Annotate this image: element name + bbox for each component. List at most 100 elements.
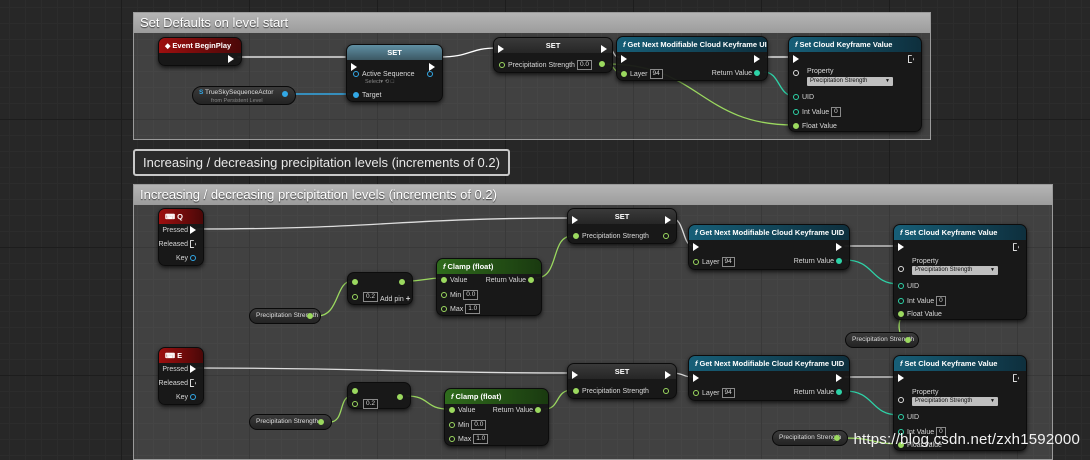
clamp-min-pin[interactable] [449,422,455,428]
key-pin[interactable] [190,255,196,262]
layer-value-box[interactable]: 94 [649,69,663,79]
actor-out-pin[interactable] [282,91,288,97]
sub-value-box[interactable]: 0.2 [363,399,379,409]
return-pin[interactable] [836,258,842,265]
exec-in-pin[interactable] [693,374,699,383]
exec-in-pin[interactable] [572,371,578,380]
getter-out-pin[interactable] [307,313,313,319]
exec-in-pin[interactable] [498,45,504,54]
get-uid-node-top[interactable]: f Get Next Modifiable Cloud Keyframe UID … [616,36,768,81]
uid-pin[interactable] [793,94,799,101]
property-dropdown[interactable]: Precipitation Strength [912,397,998,406]
key-e-node[interactable]: ⌨ E Pressed Released Key [158,347,204,405]
getter-out-pin[interactable] [834,435,840,441]
set-q-in-pin[interactable] [573,233,579,240]
exec-out-pin[interactable] [665,216,671,225]
exec-in-pin[interactable] [793,55,799,64]
layer-pin[interactable] [621,71,627,77]
released-pin[interactable] [190,240,196,249]
set-precipitation-node[interactable]: SET Precipitation Strength 0.0 [493,37,613,73]
getter-out-pin[interactable] [318,419,324,425]
add-in-pin-b[interactable] [352,294,358,300]
clamp-max-box[interactable]: 1.0 [465,304,481,314]
precip-value-box[interactable]: 0.0 [576,60,592,70]
exec-in-pin[interactable] [572,216,578,225]
released-pin[interactable] [190,379,196,388]
return-pin[interactable] [754,70,760,77]
exec-in-pin[interactable] [898,243,904,252]
key-pin[interactable] [190,394,196,401]
clamp-max-box[interactable]: 1.0 [473,434,489,444]
uid-pin[interactable] [898,414,904,421]
clamp-max-pin[interactable] [441,306,447,312]
exec-out-pin[interactable] [601,45,607,54]
set-node-e[interactable]: SET Precipitation Strength [567,363,677,399]
clamp-max-pin[interactable] [449,436,455,442]
add-out-pin[interactable] [399,279,405,286]
property-pin[interactable] [898,397,904,404]
active-sequence-out-pin[interactable] [427,71,433,78]
int-value-box[interactable]: 0 [936,296,946,306]
int-value-pin[interactable] [793,109,799,115]
active-sequence-pin[interactable] [353,71,359,78]
exec-in-pin[interactable] [621,55,627,64]
get-uid-node-e[interactable]: f Get Next Modifiable Cloud Keyframe UID … [688,355,850,401]
key-q-node[interactable]: ⌨ Q Pressed Released Key [158,208,204,266]
set-e-out-pin[interactable] [663,388,669,395]
clamp-return-pin[interactable] [535,407,541,414]
precip-out-pin[interactable] [599,61,605,68]
float-value-pin[interactable] [793,123,799,130]
target-pin[interactable] [353,92,359,99]
clamp-node-q[interactable]: f Clamp (float) Value Return Value Min 0.0… [436,258,542,316]
clamp-value-pin[interactable] [441,277,447,284]
sub-out-pin[interactable] [397,394,403,401]
add-pin-label[interactable]: Add pin [380,296,404,303]
exec-out-pin[interactable] [1013,243,1019,252]
exec-out-pin[interactable] [665,371,671,380]
set-cloud-keyframe-node-top[interactable]: f Set Cloud Keyframe Value Property Preci… [788,36,922,132]
exec-out-pin[interactable] [836,243,842,252]
exec-out-pin[interactable] [1013,374,1019,383]
set-e-in-pin[interactable] [573,388,579,395]
set-node-q[interactable]: SET Precipitation Strength [567,208,677,244]
sub-in-pin-b[interactable] [352,401,358,407]
precip-getter-q2[interactable]: Precipitation Strength [845,332,919,348]
add-pin-icon[interactable]: + [406,294,411,303]
add-node[interactable]: 0.2 Add pin + [347,272,413,305]
add-in-pin-a[interactable] [352,279,358,286]
precip-getter-q[interactable]: Precipitation Strength [249,308,321,324]
add-value-box[interactable]: 0.2 [363,292,379,302]
event-beginplay-node[interactable]: ◆ Event BeginPlay [158,37,242,66]
property-dropdown[interactable]: Precipitation Strength [912,266,998,275]
property-pin[interactable] [793,70,799,77]
int-value-box[interactable]: 0 [831,107,841,117]
sub-in-pin-a[interactable] [352,388,358,395]
layer-pin[interactable] [693,259,699,265]
pressed-pin[interactable] [190,226,196,235]
clamp-min-box[interactable]: 0.0 [471,420,487,430]
uid-pin[interactable] [898,283,904,290]
int-value-pin[interactable] [898,298,904,304]
exec-in-pin[interactable] [693,243,699,252]
active-sequence-select[interactable]: Select▾ ⟲ □ [365,79,394,85]
getter-out-pin[interactable] [905,337,911,343]
clamp-node-e[interactable]: f Clamp (float) Value Return Value Min 0.0… [444,388,549,446]
clamp-min-pin[interactable] [441,292,447,298]
exec-out-pin[interactable] [228,55,234,64]
set-cloud-keyframe-node-q[interactable]: f Set Cloud Keyframe Value Property Preci… [893,224,1027,320]
precip-getter-e2[interactable]: Precipitation Strength [772,430,848,446]
precip-getter-e[interactable]: Precipitation Strength [249,414,332,430]
clamp-return-pin[interactable] [528,277,534,284]
exec-in-pin[interactable] [898,374,904,383]
set-q-out-pin[interactable] [663,233,669,240]
layer-value-box[interactable]: 94 [721,257,735,267]
return-pin[interactable] [836,389,842,396]
property-pin[interactable] [898,266,904,273]
exec-out-pin[interactable] [836,374,842,383]
float-value-pin[interactable] [898,311,904,318]
clamp-value-pin[interactable] [449,407,455,414]
set-active-sequence-node[interactable]: SET Active Sequence Select▾ ⟲ □ Target [346,44,443,102]
property-dropdown[interactable]: Precipitation Strength [807,77,893,86]
layer-pin[interactable] [693,390,699,396]
layer-value-box[interactable]: 94 [721,388,735,398]
